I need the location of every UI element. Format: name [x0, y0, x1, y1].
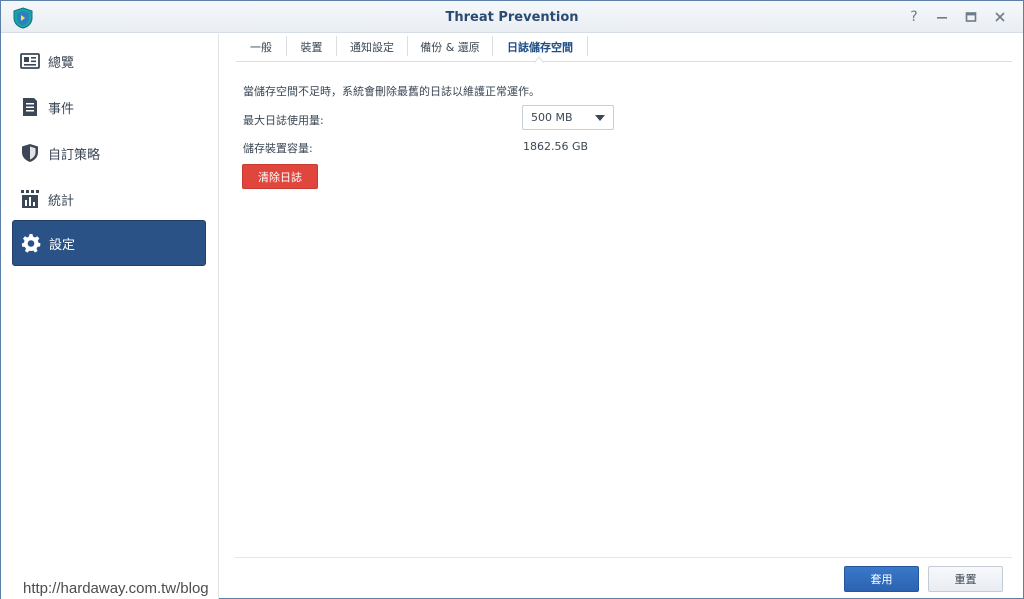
tab-general[interactable]: 一般 [236, 34, 286, 60]
sidebar-item-custom-policy[interactable]: 自訂策略 [12, 130, 206, 176]
chevron-down-icon [595, 115, 605, 121]
tab-label: 裝置 [300, 41, 323, 54]
sidebar-item-label: 統計 [48, 193, 75, 209]
tab-divider [587, 36, 588, 56]
apply-label: 套用 [870, 573, 893, 586]
sidebar-item-label: 自訂策略 [48, 147, 101, 163]
help-button[interactable]: ? [905, 8, 923, 26]
tab-label: 通知設定 [350, 41, 394, 54]
tab-label: 日誌儲存空間 [507, 41, 573, 54]
minimize-icon [937, 17, 947, 19]
log-storage-description: 當儲存空間不足時，系統會刪除最舊的日誌以維護正常運作。 [243, 85, 540, 98]
apply-button[interactable]: 套用 [844, 566, 919, 592]
app-window: Threat Prevention ? 總覽 事件 自訂策略 統計 設定 一般 … [0, 0, 1024, 599]
tab-label: 備份 & 還原 [420, 41, 480, 54]
sidebar-item-settings[interactable]: 設定 [12, 220, 206, 266]
maximize-button[interactable] [962, 8, 980, 26]
max-log-usage-value: 500 MB [531, 111, 573, 124]
max-log-usage-label: 最大日誌使用量: [243, 114, 324, 127]
sidebar-item-label: 設定 [49, 237, 76, 253]
close-button[interactable] [991, 8, 1009, 26]
shield-icon [20, 143, 40, 163]
footer-divider [235, 557, 1012, 558]
reset-label: 重置 [954, 573, 977, 586]
clear-logs-label: 清除日誌 [258, 170, 302, 184]
reset-button[interactable]: 重置 [928, 566, 1003, 592]
statistics-chart-icon [20, 189, 40, 209]
minimize-button[interactable] [933, 8, 951, 26]
active-tab-indicator [534, 56, 544, 63]
sidebar-item-label: 總覽 [48, 55, 75, 71]
sidebar-item-events[interactable]: 事件 [12, 84, 206, 130]
settings-tabs: 一般 裝置 通知設定 備份 & 還原 日誌儲存空間 [236, 34, 1012, 62]
gear-icon [21, 233, 41, 253]
sidebar-item-statistics[interactable]: 統計 [12, 176, 206, 222]
device-capacity-value: 1862.56 GB [523, 140, 589, 153]
sidebar: 總覽 事件 自訂策略 統計 設定 [1, 34, 219, 599]
device-capacity-label: 儲存裝置容量: [243, 142, 313, 155]
sidebar-item-label: 事件 [48, 101, 75, 117]
window-title: Threat Prevention [445, 10, 579, 25]
clear-logs-button[interactable]: 清除日誌 [242, 164, 318, 189]
overview-card-icon [20, 51, 40, 71]
max-log-usage-select[interactable]: 500 MB [522, 105, 614, 130]
maximize-icon [965, 12, 977, 22]
sidebar-item-overview[interactable]: 總覽 [12, 38, 206, 84]
help-icon: ? [910, 9, 918, 25]
close-icon [995, 12, 1005, 22]
tab-notifications[interactable]: 通知設定 [337, 34, 407, 60]
tab-label: 一般 [250, 41, 272, 54]
events-document-icon [20, 97, 40, 117]
watermark-text: http://hardaway.com.tw/blog [23, 580, 209, 597]
title-bar: Threat Prevention ? [1, 1, 1023, 33]
tab-devices[interactable]: 裝置 [287, 34, 336, 60]
tab-backup-restore[interactable]: 備份 & 還原 [408, 34, 492, 60]
